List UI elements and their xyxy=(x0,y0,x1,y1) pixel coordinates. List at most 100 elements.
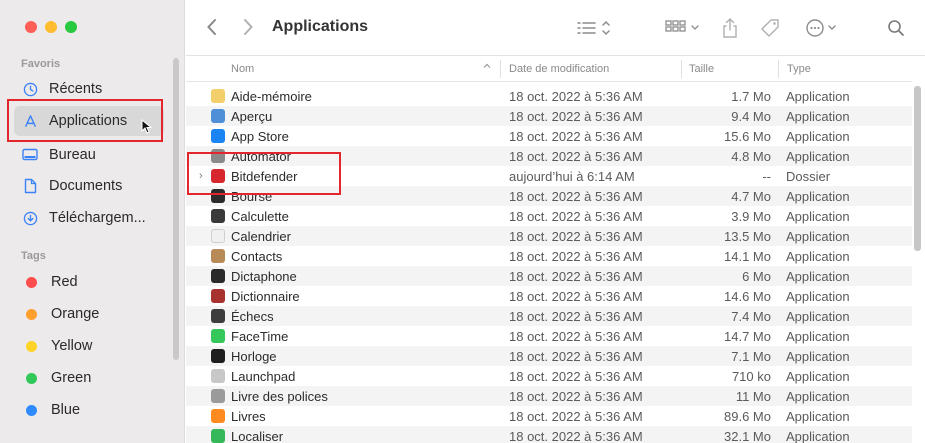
file-kind: Application xyxy=(786,129,850,144)
app-icon xyxy=(211,209,225,223)
column-divider[interactable] xyxy=(500,60,501,78)
sidebar-tag-yellow[interactable]: Yellow xyxy=(14,331,164,361)
table-row[interactable]: Calculette 18 oct. 2022 à 5:36 AM 3.9 Mo Ap… xyxy=(186,206,912,226)
sidebar-tag-green[interactable]: Green xyxy=(14,363,164,393)
file-size: 7.4 Mo xyxy=(731,309,771,324)
file-name: Échecs xyxy=(231,309,274,324)
sidebar-item-documents[interactable]: Documents xyxy=(14,171,164,201)
file-kind: Application xyxy=(786,249,850,264)
sidebar-item-label: Orange xyxy=(51,306,100,322)
group-button[interactable] xyxy=(664,16,702,40)
file-kind: Application xyxy=(786,229,850,244)
table-row[interactable]: Échecs 18 oct. 2022 à 5:36 AM 7.4 Mo Applic… xyxy=(186,306,912,326)
app-icon xyxy=(211,269,225,283)
file-list-scrollbar[interactable] xyxy=(914,86,921,251)
file-kind: Application xyxy=(786,309,850,324)
file-name: FaceTime xyxy=(231,329,289,344)
file-size: 6 Mo xyxy=(742,269,771,284)
app-icon xyxy=(211,349,225,363)
modified-date: 18 oct. 2022 à 5:36 AM xyxy=(509,229,643,244)
file-size: 710 ko xyxy=(731,369,771,384)
file-kind: Application xyxy=(786,349,850,364)
sidebar-scrollbar[interactable] xyxy=(173,58,179,360)
file-kind: Application xyxy=(786,329,850,344)
window-title: Applications xyxy=(272,18,369,35)
finder-window: Favoris Récents Applications Bureau Docu… xyxy=(0,0,925,443)
file-size: 11 Mo xyxy=(735,389,771,404)
search-button[interactable] xyxy=(887,16,905,40)
app-icon xyxy=(211,89,225,103)
table-row[interactable]: App Store 18 oct. 2022 à 5:36 AM 15.6 Mo Ap… xyxy=(186,126,912,146)
sidebar-item-label: Bureau xyxy=(49,147,96,163)
column-divider[interactable] xyxy=(778,60,779,78)
grid-view-icon xyxy=(665,20,699,32)
file-size: 9.4 Mo xyxy=(731,109,771,124)
table-row[interactable]: Livre des polices 18 oct. 2022 à 5:36 AM 1… xyxy=(186,386,912,406)
file-name: Livre des polices xyxy=(231,389,328,404)
view-options-button[interactable] xyxy=(576,16,612,40)
sidebar-tag-red[interactable]: Red xyxy=(14,267,164,297)
table-row[interactable]: Calendrier 18 oct. 2022 à 5:36 AM 13.5 Mo A… xyxy=(186,226,912,246)
more-actions-button[interactable] xyxy=(805,16,839,40)
app-icon xyxy=(211,229,225,243)
sidebar-item-bureau[interactable]: Bureau xyxy=(14,140,164,170)
file-size: 14.7 Mo xyxy=(724,329,771,344)
search-icon xyxy=(888,20,904,36)
sidebar-item-label: Documents xyxy=(49,178,123,194)
orange-tag-icon xyxy=(26,308,37,320)
file-kind: Application xyxy=(786,289,850,304)
sidebar-item-label: Téléchargem... xyxy=(49,210,146,226)
file-size: 89.6 Mo xyxy=(724,409,771,424)
yellow-tag-icon xyxy=(26,340,37,352)
modified-date: 18 oct. 2022 à 5:36 AM xyxy=(509,309,643,324)
table-row[interactable]: Aide-mémoire 18 oct. 2022 à 5:36 AM 1.7 Mo… xyxy=(186,86,912,106)
highlight-applications-box xyxy=(7,99,163,142)
file-kind: Application xyxy=(786,369,850,384)
file-kind: Application xyxy=(786,209,850,224)
sidebar-item-telechargements[interactable]: Téléchargem... xyxy=(14,203,164,233)
back-button[interactable] xyxy=(202,17,222,39)
table-row[interactable]: Dictionnaire 18 oct. 2022 à 5:36 AM 14.6 M… xyxy=(186,286,912,306)
modified-date: 18 oct. 2022 à 5:36 AM xyxy=(509,329,643,344)
share-button[interactable] xyxy=(721,16,739,40)
file-kind: Application xyxy=(786,149,850,164)
sidebar-tag-blue[interactable]: Blue xyxy=(14,395,164,425)
blue-tag-icon xyxy=(26,404,37,416)
column-divider[interactable] xyxy=(681,60,682,78)
forward-button[interactable] xyxy=(238,17,258,39)
file-list: Aide-mémoire 18 oct. 2022 à 5:36 AM 1.7 Mo… xyxy=(186,86,912,443)
column-name-header[interactable]: Nom xyxy=(231,63,254,75)
close-window-button[interactable] xyxy=(25,21,37,33)
tags-button[interactable] xyxy=(760,16,782,40)
file-size: 32.1 Mo xyxy=(724,429,771,443)
sidebar-tag-orange[interactable]: Orange xyxy=(14,299,164,329)
modified-date: 18 oct. 2022 à 5:36 AM xyxy=(509,89,643,104)
sidebar-item-label: Yellow xyxy=(51,338,93,354)
table-row[interactable]: Localiser 18 oct. 2022 à 5:36 AM 32.1 Mo Ap… xyxy=(186,426,912,443)
app-icon xyxy=(211,129,225,143)
column-size-header[interactable]: Taille xyxy=(689,63,714,75)
file-size: 1.7 Mo xyxy=(731,89,771,104)
file-kind: Application xyxy=(786,269,850,284)
table-row[interactable]: Horloge 18 oct. 2022 à 5:36 AM 7.1 Mo Appli… xyxy=(186,346,912,366)
zoom-window-button[interactable] xyxy=(65,21,77,33)
file-name: Dictaphone xyxy=(231,269,297,284)
minimize-window-button[interactable] xyxy=(45,21,57,33)
app-icon xyxy=(211,329,225,343)
file-size: 4.7 Mo xyxy=(731,189,771,204)
table-row[interactable]: Aperçu 18 oct. 2022 à 5:36 AM 9.4 Mo Applic… xyxy=(186,106,912,126)
modified-date: aujourd’hui à 6:14 AM xyxy=(509,169,635,184)
column-date-header[interactable]: Date de modification xyxy=(509,63,609,75)
modified-date: 18 oct. 2022 à 5:36 AM xyxy=(509,429,643,443)
file-size: 13.5 Mo xyxy=(724,229,771,244)
app-icon xyxy=(211,309,225,323)
file-size: 14.1 Mo xyxy=(724,249,771,264)
table-row[interactable]: Contacts 18 oct. 2022 à 5:36 AM 14.1 Mo App… xyxy=(186,246,912,266)
table-row[interactable]: Livres 18 oct. 2022 à 5:36 AM 89.6 Mo Appli… xyxy=(186,406,912,426)
column-kind-header[interactable]: Type xyxy=(787,63,811,75)
sidebar-item-label: Red xyxy=(51,274,78,290)
table-row[interactable]: Dictaphone 18 oct. 2022 à 5:36 AM 6 Mo Appl… xyxy=(186,266,912,286)
table-row[interactable]: Launchpad 18 oct. 2022 à 5:36 AM 710 ko App… xyxy=(186,366,912,386)
table-row[interactable]: FaceTime 18 oct. 2022 à 5:36 AM 14.7 Mo App… xyxy=(186,326,912,346)
file-name: Aide-mémoire xyxy=(231,89,312,104)
